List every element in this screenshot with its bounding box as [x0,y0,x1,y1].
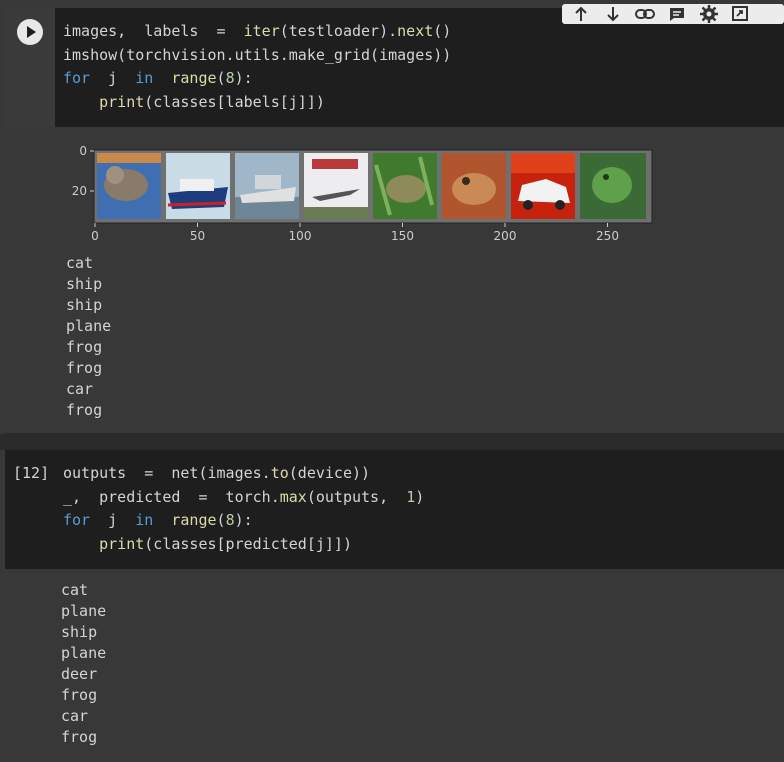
code-cell-2[interactable]: [12] outputs = net(images.to(device)) _, … [5,450,784,569]
cell2-code-line-4: print(classes[predicted[j]]) [99,534,352,553]
cell2-code-line-2: _, predicted = torch.max(outputs, 1) [63,487,425,506]
x-tick-200: 200 [494,229,517,243]
run-cell-button[interactable] [17,19,43,45]
cell2-output-line: frog [61,686,98,704]
cell2-output-line: car [61,707,89,725]
thumb-frog-3 [580,153,646,219]
thumb-ship-2 [235,153,299,219]
thumb-frog-1 [373,153,437,219]
cell1-output-line: frog [66,359,103,377]
open-in-icon[interactable] [730,4,752,24]
cell1-code-line-3: for j in range(8): [63,69,253,87]
cell2-code-line-1: outputs = net(images.to(device)) [63,464,371,482]
x-tick-250: 250 [596,229,619,243]
cell1-code-line-2: imshow(torchvision.utils.make_grid(image… [63,45,452,64]
x-tick-100: 100 [289,229,312,243]
cell-1-output: 0 20 0 50 100 150 200 250 cat ship ship pla… [5,127,784,434]
x-tick-50: 50 [190,229,205,243]
cell2-output-line: plane [61,644,107,662]
cell1-output-line: frog [66,401,103,419]
x-tick-150: 150 [391,229,414,243]
code-editor[interactable]: outputs = net(images.to(device)) _, predi… [63,462,424,556]
link-icon[interactable] [634,4,656,24]
x-tick-0: 0 [91,229,99,243]
code-cell-1[interactable]: images, labels = iter(testloader).next()… [5,4,784,127]
cell1-code-line-1: images, labels = iter(testloader).next() [63,22,452,40]
x-axis: 0 50 100 150 200 250 [91,223,619,243]
cell1-output-line: car [66,380,94,398]
cell2-output-line: frog [61,728,98,746]
cell1-output-line: cat [66,254,94,272]
cell1-output-line: plane [66,317,112,335]
y-tick-20: 20 [72,184,87,198]
cell1-code-line-4: print(classes[labels[j]]) [99,92,325,111]
y-axis: 0 20 [72,145,94,198]
stdout-text: cat plane ship plane deer frog car frog [61,580,106,748]
code-editor[interactable]: images, labels = iter(testloader).next()… [63,20,451,114]
cell1-output-line: frog [66,338,103,356]
thumb-plane [304,153,368,219]
thumb-cat [97,153,161,219]
image-grid-plot: 0 20 0 50 100 150 200 250 [72,145,653,243]
cell1-output-line: ship [66,275,103,293]
gear-icon[interactable] [698,4,720,24]
cell2-output-line: deer [61,665,98,683]
thumb-frog-2 [442,153,506,219]
cell2-output-line: ship [61,623,98,641]
stdout-text: cat ship ship plane frog frog car frog [66,253,111,421]
cell-separator [0,434,784,450]
arrow-up-icon[interactable] [570,4,592,24]
comment-icon[interactable] [666,4,688,24]
cell-toolbar [562,4,784,24]
thumb-ship-1 [166,153,230,219]
execution-count: [12] [13,464,50,482]
thumb-car [511,153,575,219]
arrow-down-icon[interactable] [602,4,624,24]
y-tick-0: 0 [79,145,87,158]
cell2-code-line-3: for j in range(8): [63,511,253,529]
cell2-output-line: plane [61,602,107,620]
cell1-output-line: ship [66,296,103,314]
cell2-output-line: cat [61,581,89,599]
